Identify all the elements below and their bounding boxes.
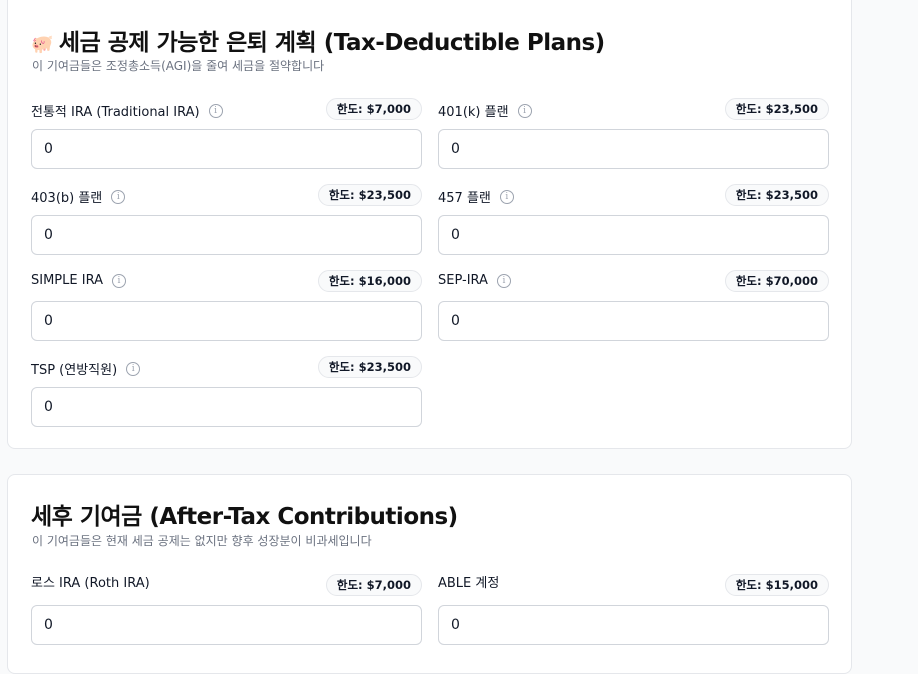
- tax-deductible-plans-card: 🐖 세금 공제 가능한 은퇴 계획 (Tax-Deductible Plans) …: [7, 0, 852, 449]
- after-tax-contributions-card: 세후 기여금 (After-Tax Contributions) 이 기여금들은…: [7, 474, 852, 674]
- section-subtitle: 이 기여금들은 조정총소득(AGI)을 줄여 세금을 절약합니다: [32, 59, 325, 73]
- field-roth-ira: 로스 IRA (Roth IRA) 한도: $7,000: [31, 574, 422, 646]
- field-403b: 403(b) 플랜 i 한도: $23,500: [31, 184, 422, 256]
- info-icon[interactable]: i: [517, 103, 532, 118]
- 403b-input[interactable]: [31, 215, 422, 255]
- field-label: 457 플랜: [438, 191, 491, 206]
- sep-ira-input[interactable]: [438, 301, 829, 341]
- field-label: 전통적 IRA (Traditional IRA): [31, 105, 200, 120]
- section-title: 🐖 세금 공제 가능한 은퇴 계획 (Tax-Deductible Plans): [31, 23, 605, 57]
- roth-ira-input[interactable]: [31, 605, 422, 645]
- section-subtitle: 이 기여금들은 현재 세금 공제는 없지만 향후 성장분이 비과세입니다: [32, 534, 372, 548]
- field-simple-ira: SIMPLE IRA i 한도: $16,000: [31, 270, 422, 342]
- field-tsp: TSP (연방직원) i 한도: $23,500: [31, 356, 422, 428]
- 457-input[interactable]: [438, 215, 829, 255]
- info-icon[interactable]: i: [496, 273, 511, 288]
- piggy-bank-icon: 🐖: [31, 34, 53, 55]
- field-401k: 401(k) 플랜 i 한도: $23,500: [438, 98, 829, 170]
- field-457: 457 플랜 i 한도: $23,500: [438, 184, 829, 256]
- field-label: TSP (연방직원): [31, 363, 118, 378]
- field-label: 로스 IRA (Roth IRA): [31, 576, 150, 591]
- field-traditional-ira: 전통적 IRA (Traditional IRA) i 한도: $7,000: [31, 98, 422, 170]
- limit-badge: 한도: $23,500: [724, 98, 829, 120]
- info-icon[interactable]: i: [499, 189, 514, 204]
- field-label: 401(k) 플랜: [438, 105, 509, 120]
- limit-badge: 한도: $7,000: [325, 98, 422, 120]
- tsp-input[interactable]: [31, 387, 422, 427]
- field-sep-ira: SEP-IRA i 한도: $70,000: [438, 270, 829, 342]
- limit-badge: 한도: $16,000: [317, 270, 422, 292]
- traditional-ira-input[interactable]: [31, 129, 422, 169]
- limit-badge: 한도: $7,000: [325, 574, 422, 596]
- info-icon[interactable]: i: [208, 103, 223, 118]
- section-title-text: 세금 공제 가능한 은퇴 계획 (Tax-Deductible Plans): [58, 30, 605, 56]
- info-icon[interactable]: i: [126, 361, 141, 376]
- field-label: SEP-IRA: [438, 273, 488, 288]
- 401k-input[interactable]: [438, 129, 829, 169]
- section-title: 세후 기여금 (After-Tax Contributions): [31, 504, 458, 530]
- able-account-input[interactable]: [438, 605, 829, 645]
- field-label: ABLE 계정: [438, 576, 500, 591]
- info-icon[interactable]: i: [111, 189, 126, 204]
- field-able-account: ABLE 계정 한도: $15,000: [438, 574, 829, 646]
- field-label: SIMPLE IRA: [31, 273, 103, 288]
- field-label: 403(b) 플랜: [31, 191, 103, 206]
- info-icon[interactable]: i: [111, 273, 126, 288]
- limit-badge: 한도: $15,000: [724, 574, 829, 596]
- simple-ira-input[interactable]: [31, 301, 422, 341]
- limit-badge: 한도: $70,000: [724, 270, 829, 292]
- limit-badge: 한도: $23,500: [317, 356, 422, 378]
- limit-badge: 한도: $23,500: [317, 184, 422, 206]
- limit-badge: 한도: $23,500: [724, 184, 829, 206]
